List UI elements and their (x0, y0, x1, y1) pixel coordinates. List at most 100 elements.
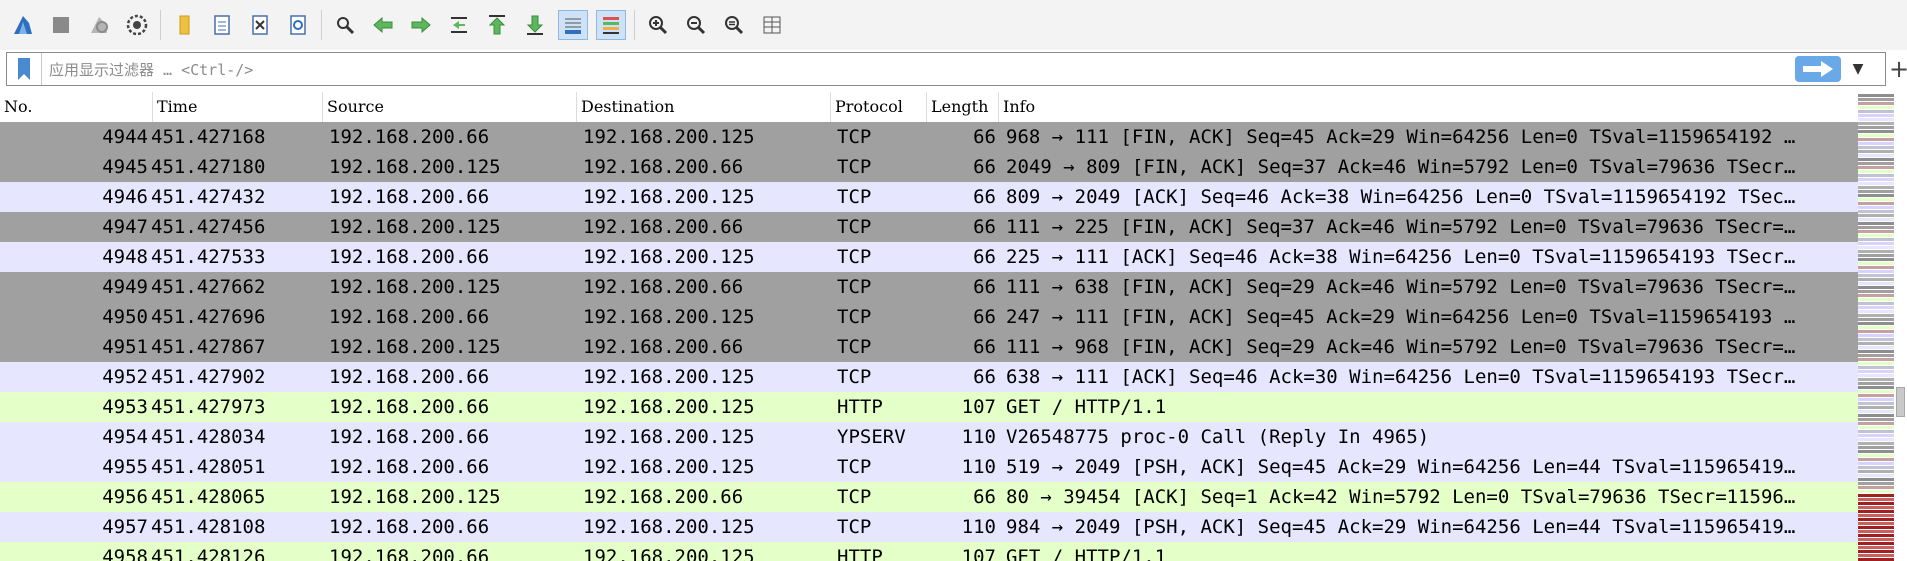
autoscroll-icon[interactable] (558, 10, 588, 40)
minimap-line (1858, 190, 1894, 193)
chevron-down-icon: ▼ (1852, 61, 1864, 77)
packet-row[interactable]: 4956 451.428065 192.168.200.125 192.168.200… (0, 482, 1858, 512)
zoom-out-icon[interactable] (681, 10, 711, 40)
open-folder-icon[interactable] (169, 10, 199, 40)
minimap-line (1858, 234, 1894, 237)
column-header-info[interactable]: Info (999, 92, 1858, 122)
packet-cell-info: 225 → 111 [ACK] Seq=46 Ack=38 Win=64256 … (1006, 246, 1796, 268)
minimap-line (1858, 210, 1894, 213)
minimap-line (1858, 442, 1894, 445)
packet-cell-dst: 192.168.200.125 (583, 366, 755, 388)
minimap-line (1858, 518, 1894, 521)
packet-cell-src: 192.168.200.66 (329, 186, 490, 208)
packet-minimap-scrollbar[interactable] (1858, 92, 1907, 561)
column-header-length[interactable]: Length (927, 92, 999, 122)
packet-row[interactable]: 4949 451.427662 192.168.200.125 192.168.200… (0, 272, 1858, 302)
go-back-icon[interactable] (368, 10, 398, 40)
packet-cell-src: 192.168.200.66 (329, 546, 490, 561)
display-filter-input[interactable] (47, 55, 1551, 85)
go-to-packet-icon[interactable] (444, 10, 474, 40)
minimap-line (1858, 426, 1894, 429)
shark-fin-start-icon[interactable] (8, 10, 38, 40)
packet-row[interactable]: 4950 451.427696 192.168.200.66 192.168.200.… (0, 302, 1858, 332)
minimap-line (1858, 414, 1894, 417)
toolbar-separator (634, 10, 635, 40)
packet-cell-time: 451.428108 (151, 516, 266, 538)
packet-cell-proto: TCP (837, 276, 872, 298)
packet-cell-time: 451.427456 (151, 216, 266, 238)
column-header-protocol[interactable]: Protocol (831, 92, 927, 122)
minimap-line (1858, 490, 1894, 493)
packet-row[interactable]: 4954 451.428034 192.168.200.66 192.168.200.… (0, 422, 1858, 452)
column-header-source[interactable]: Source (323, 92, 577, 122)
packet-cell-dst: 192.168.200.125 (583, 546, 755, 561)
packet-cell-time: 451.427533 (151, 246, 266, 268)
close-file-icon[interactable] (245, 10, 275, 40)
restart-icon[interactable] (84, 10, 114, 40)
packet-cell-time: 451.428126 (151, 546, 266, 561)
packet-cell-no: 4957 (102, 516, 148, 538)
filter-dropdown-button[interactable]: ▼ (1845, 57, 1871, 81)
save-file-icon[interactable] (207, 10, 237, 40)
packet-cell-info: 80 → 39454 [ACK] Seq=1 Ack=42 Win=5792 L… (1006, 486, 1796, 508)
resize-columns-icon[interactable] (757, 10, 787, 40)
minimap-line (1858, 146, 1894, 149)
packet-row[interactable]: 4958 451.428126 192.168.200.66 192.168.200.… (0, 542, 1858, 561)
packet-row[interactable]: 4951 451.427867 192.168.200.125 192.168.200… (0, 332, 1858, 362)
minimap-line (1858, 170, 1894, 173)
minimap-line (1858, 534, 1894, 537)
packet-row[interactable]: 4948 451.427533 192.168.200.66 192.168.200.… (0, 242, 1858, 272)
minimap-line (1858, 278, 1894, 281)
packet-cell-dst: 192.168.200.66 (583, 486, 744, 508)
packet-row[interactable]: 4947 451.427456 192.168.200.125 192.168.200… (0, 212, 1858, 242)
packet-row[interactable]: 4946 451.427432 192.168.200.66 192.168.200.… (0, 182, 1858, 212)
minimap-line (1858, 246, 1894, 249)
find-icon[interactable] (330, 10, 360, 40)
packet-row[interactable]: 4953 451.427973 192.168.200.66 192.168.200.… (0, 392, 1858, 422)
minimap-line (1858, 374, 1894, 377)
minimap-line (1858, 218, 1894, 221)
zoom-in-icon[interactable] (643, 10, 673, 40)
stop-icon[interactable] (46, 10, 76, 40)
colorize-icon[interactable] (596, 10, 626, 40)
minimap-line (1858, 342, 1894, 345)
minimap-line (1858, 110, 1894, 113)
packet-cell-src: 192.168.200.125 (329, 276, 501, 298)
minimap-line (1858, 430, 1894, 433)
toolbar-separator (321, 10, 322, 40)
add-filter-button[interactable]: + (1889, 54, 1907, 84)
minimap-line (1858, 214, 1894, 217)
first-packet-icon[interactable] (482, 10, 512, 40)
zoom-normal-icon[interactable] (719, 10, 749, 40)
packet-row[interactable]: 4952 451.427902 192.168.200.66 192.168.200.… (0, 362, 1858, 392)
options-gear-icon[interactable] (122, 10, 152, 40)
minimap-line (1858, 338, 1894, 341)
packet-cell-dst: 192.168.200.125 (583, 456, 755, 478)
packet-row[interactable]: 4955 451.428051 192.168.200.66 192.168.200.… (0, 452, 1858, 482)
packet-cell-time: 451.427662 (151, 276, 266, 298)
packet-cell-proto: TCP (837, 516, 872, 538)
packet-row[interactable]: 4957 451.428108 192.168.200.66 192.168.200.… (0, 512, 1858, 542)
minimap-line (1858, 294, 1894, 297)
minimap-line (1858, 510, 1894, 513)
packet-row[interactable]: 4945 451.427180 192.168.200.125 192.168.200… (0, 152, 1858, 182)
minimap-line (1858, 370, 1894, 373)
go-forward-icon[interactable] (406, 10, 436, 40)
packet-cell-info: 2049 → 809 [FIN, ACK] Seq=37 Ack=46 Win=… (1006, 156, 1796, 178)
packet-cell-src: 192.168.200.125 (329, 216, 501, 238)
minimap-line (1858, 530, 1894, 533)
minimap-line (1858, 182, 1894, 185)
packet-row[interactable]: 4944 451.427168 192.168.200.66 192.168.200.… (0, 122, 1858, 152)
scrollbar-thumb[interactable] (1896, 387, 1905, 417)
minimap-line (1858, 186, 1894, 189)
apply-filter-button[interactable] (1795, 56, 1841, 82)
column-header-no[interactable]: No. (0, 92, 153, 122)
column-header-time[interactable]: Time (153, 92, 323, 122)
minimap-line (1858, 318, 1894, 321)
bookmark-icon[interactable] (7, 53, 42, 85)
last-packet-icon[interactable] (520, 10, 550, 40)
minimap-line (1858, 554, 1894, 557)
minimap-line (1858, 114, 1894, 117)
column-header-destination[interactable]: Destination (577, 92, 831, 122)
reload-icon[interactable] (283, 10, 313, 40)
